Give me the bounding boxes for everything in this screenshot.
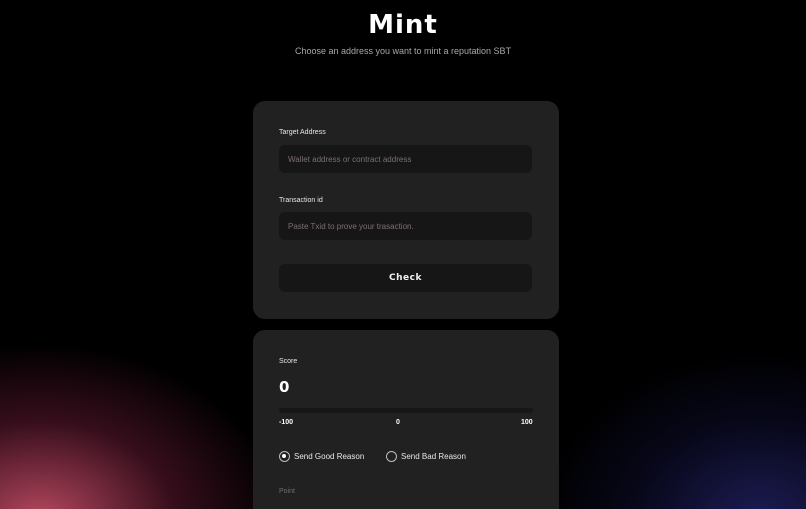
slider-max-label: 100: [521, 419, 533, 426]
target-address-label: Target Address: [279, 129, 326, 136]
score-slider[interactable]: [279, 408, 533, 413]
slider-mid-text: 0: [396, 419, 400, 426]
radio-unselected-icon: [386, 451, 397, 462]
score-label: Score: [279, 358, 298, 365]
score-value: 0: [279, 378, 290, 396]
page-title: Mint: [368, 10, 438, 40]
slider-min-label: -100: [279, 419, 294, 426]
verify-card: Target Address Transaction id Check: [253, 101, 559, 319]
mint-page: Mint Choose an address you want to mint …: [0, 0, 806, 509]
score-slider-fill: [279, 408, 406, 413]
page-subtitle: Choose an address you want to mint a rep…: [294, 46, 512, 56]
bad-reason-radio[interactable]: Send Bad Reason: [386, 451, 466, 462]
score-card: Score 0 -100 0 100 Send Good Reason Send…: [253, 330, 559, 509]
transaction-id-label: Transaction id: [279, 197, 323, 204]
good-reason-label: Send Good Reason: [294, 452, 365, 461]
target-address-input[interactable]: [279, 145, 532, 173]
check-button[interactable]: Check: [279, 264, 532, 292]
good-reason-radio[interactable]: Send Good Reason: [279, 451, 364, 462]
point-label: Point: [279, 488, 295, 495]
bad-reason-label: Send Bad Reason: [401, 452, 466, 461]
radio-selected-icon: [279, 451, 290, 462]
transaction-id-input[interactable]: [279, 212, 532, 240]
